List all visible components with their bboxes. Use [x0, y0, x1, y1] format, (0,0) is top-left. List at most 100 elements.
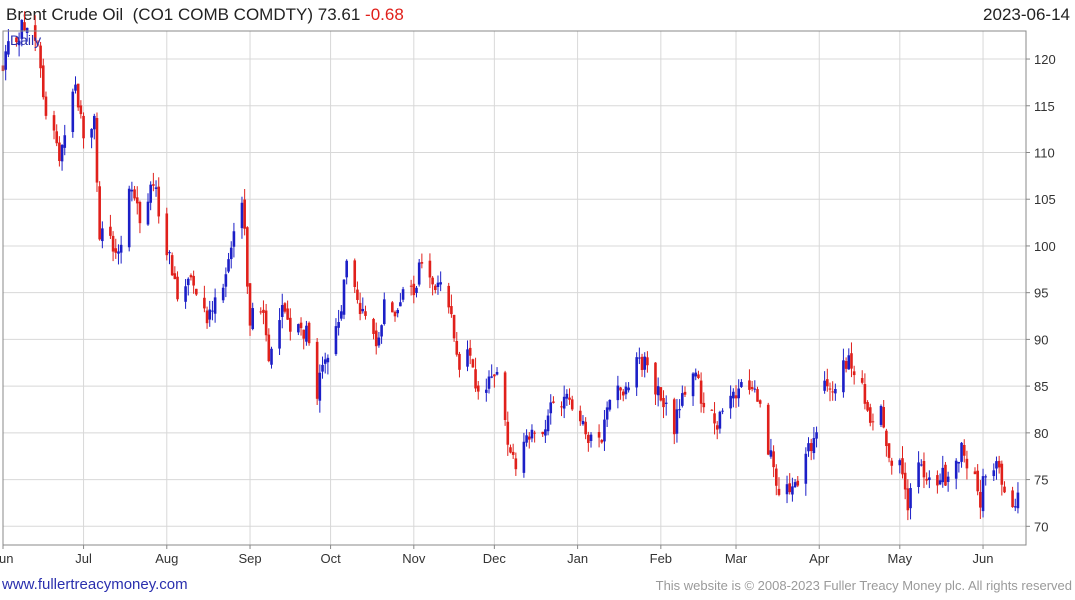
candle-body-down: [455, 340, 459, 355]
candle-body-up: [847, 355, 851, 370]
candle-body-down: [203, 297, 206, 309]
grid-lines: [2, 31, 1026, 545]
candle-body-up: [941, 467, 945, 483]
candle-body-down: [82, 115, 85, 139]
candle-body-down: [431, 277, 434, 285]
candle-body-down: [41, 65, 45, 98]
candle-body-up: [60, 145, 64, 162]
candle-body-down: [850, 353, 853, 369]
x-axis: Jun Jul Aug Sep Oct Nov Dec Jan Feb Mar Apr May Jun: [0, 545, 994, 566]
candle-body-down: [52, 115, 56, 131]
y-tick-label: 85: [1034, 379, 1048, 394]
candle-body-down: [109, 226, 112, 236]
candle-body-up: [92, 115, 96, 130]
candle-body-up: [938, 480, 942, 485]
candle-body-down: [493, 374, 496, 377]
candle-body-down: [619, 387, 622, 391]
candle-body-down: [58, 142, 61, 161]
candle-body-up: [562, 396, 566, 409]
candle-body-up: [221, 287, 225, 301]
candle-body-up: [525, 435, 528, 443]
candle-body-up: [605, 407, 609, 420]
candle-body-down: [243, 199, 246, 229]
x-tick-label: Jun: [973, 551, 994, 566]
y-tick-label: 100: [1034, 239, 1056, 254]
candle-body-down: [560, 406, 563, 408]
candle-body-down: [863, 384, 867, 404]
candle-body-down: [468, 347, 472, 356]
candle-body-down: [189, 275, 193, 278]
candle-body-up: [718, 411, 722, 429]
candle-body-up: [954, 460, 958, 479]
candle-body-up: [334, 326, 338, 355]
candle-body-up: [919, 464, 923, 466]
candle-body-up: [624, 386, 628, 395]
candlestick-series: [1, 11, 1020, 521]
candle-body-up: [664, 402, 668, 404]
candle-body-up: [154, 187, 158, 189]
candle-body-down: [358, 302, 362, 315]
candle-body-down: [192, 275, 195, 286]
candle-body-down: [979, 491, 982, 508]
candle-body-down: [828, 388, 832, 390]
candle-body-up: [227, 259, 230, 272]
candle-body-up: [960, 442, 963, 462]
candle-body-down: [587, 434, 590, 443]
candle-body-down: [936, 475, 939, 486]
candle-body-up: [417, 262, 421, 285]
candle-body-down: [173, 273, 177, 280]
candle-body-up: [694, 372, 698, 377]
candle-body-down: [568, 397, 571, 400]
x-tick-label: Jan: [567, 551, 588, 566]
candle-body-up: [251, 308, 255, 330]
candle-body-down: [699, 380, 703, 404]
candle-body-down: [412, 283, 416, 296]
candle-body-down: [374, 330, 378, 347]
candle-body-down: [471, 359, 475, 368]
candle-body-down: [758, 400, 762, 404]
candle-body-up: [815, 432, 818, 439]
candle-body-up: [530, 429, 534, 439]
candle-body-up: [823, 380, 826, 391]
candle-body-up: [270, 348, 273, 365]
candle-body-down: [809, 443, 813, 452]
candle-body-up: [675, 409, 679, 434]
candle-body-down: [55, 131, 59, 144]
candle-body-up: [340, 311, 343, 319]
candle-body-up: [544, 429, 547, 436]
candle-body-up: [732, 391, 735, 399]
x-tick-label: Apr: [809, 551, 830, 566]
candle-body-up: [337, 322, 340, 328]
site-link[interactable]: www.fullertreacymoney.com: [2, 576, 188, 593]
candle-body-down: [766, 404, 770, 455]
candle-body-up: [616, 385, 620, 401]
candle-body-up: [917, 462, 920, 487]
candle-body-down: [157, 186, 161, 217]
candle-body-down: [710, 409, 714, 411]
candle-body-up: [608, 399, 612, 410]
y-tick-label: 70: [1034, 519, 1048, 534]
candle-body-down: [356, 289, 359, 300]
y-tick-label: 80: [1034, 426, 1048, 441]
candle-body-up: [224, 274, 228, 287]
candle-body-down: [772, 451, 775, 468]
candle-body-up: [439, 282, 442, 285]
candle-body-down: [302, 329, 306, 339]
candle-body-up: [804, 453, 808, 484]
candle-body-down: [176, 276, 179, 300]
candle-body-up: [415, 287, 418, 293]
candle-body-down: [885, 430, 888, 447]
candle-body-down: [683, 391, 687, 395]
candle-body-up: [213, 297, 217, 314]
candle-body-up: [678, 409, 681, 411]
candle-body-down: [135, 197, 139, 204]
candle-body-up: [753, 388, 757, 390]
candle-body-up: [812, 438, 816, 454]
candle-body-down: [578, 410, 582, 422]
plot-frame: [2, 30, 1027, 546]
candle-body-up: [589, 434, 593, 441]
x-tick-label: Aug: [155, 551, 178, 566]
candle-body-down: [962, 445, 966, 456]
candle-body-down: [1011, 490, 1014, 508]
x-tick-label: Sep: [238, 551, 261, 566]
